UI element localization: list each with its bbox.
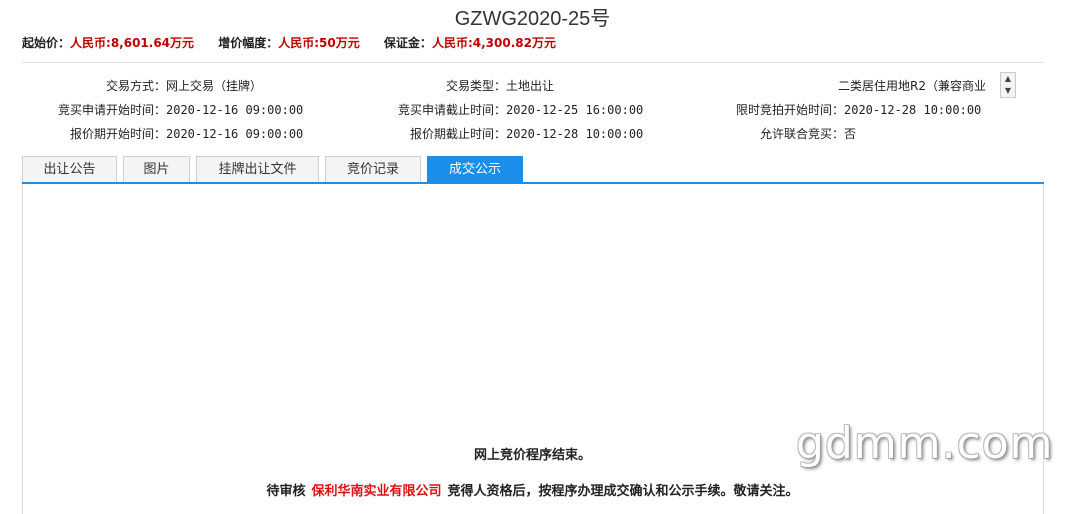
quote-start: 报价期开始时间：2020-12-16 09:00:00 (22, 125, 303, 142)
joint-bid-label: 允许联合竞买： (759, 127, 844, 141)
notice-suffix: 竞得人资格后，按程序办理成交确认和公示手续。敬请关注。 (447, 484, 799, 499)
trade-type: 交易类型：土地出让 (380, 77, 554, 94)
joint-bid-value: 否 (844, 127, 857, 141)
winner-notice: 待审核 保利华南实业有限公司 竞得人资格后，按程序办理成交确认和公示手续。敬请关注。 (0, 480, 1065, 499)
start-price-value: 人民币:8,601.64万元 (70, 36, 195, 50)
trade-method: 交易方式：网上交易（挂牌） (22, 77, 262, 94)
trade-method-value: 网上交易（挂牌） (166, 79, 263, 93)
apply-end-label: 竞买申请截止时间： (397, 103, 506, 117)
arrow-down-icon[interactable]: ▼ (1005, 87, 1011, 95)
trade-type-label: 交易类型： (445, 79, 506, 93)
increment-value: 人民币:50万元 (278, 36, 360, 50)
land-use: 二类居住用地R2（兼容商业 (838, 77, 986, 94)
tab-pictures[interactable]: 图片 (123, 156, 190, 182)
auction-start: 限时竞拍开始时间：2020-12-28 10:00:00 (720, 101, 981, 118)
quote-end: 报价期截止时间：2020-12-28 10:00:00 (380, 125, 643, 142)
apply-start: 竞买申请开始时间：2020-12-16 09:00:00 (22, 101, 303, 118)
trade-type-value: 土地出让 (506, 79, 555, 93)
tab-bid-records[interactable]: 竞价记录 (325, 156, 421, 182)
joint-bid: 允许联合竞买：否 (720, 125, 856, 142)
start-price-label: 起始价： (22, 36, 71, 50)
trade-method-label: 交易方式： (105, 79, 166, 93)
quote-end-value: 2020-12-28 10:00:00 (506, 127, 644, 141)
land-use-value: 二类居住用地R2（兼容商业 (838, 79, 986, 93)
apply-end-value: 2020-12-25 16:00:00 (506, 103, 644, 117)
tab-deal-announcement[interactable]: 成交公示 (427, 156, 523, 182)
apply-start-value: 2020-12-16 09:00:00 (166, 103, 304, 117)
header-divider (22, 62, 1044, 63)
apply-end: 竞买申请截止时间：2020-12-25 16:00:00 (380, 101, 643, 118)
deposit-value: 人民币:4,300.82万元 (431, 36, 556, 50)
quote-start-label: 报价期开始时间： (69, 127, 166, 141)
auction-start-value: 2020-12-28 10:00:00 (844, 103, 982, 117)
arrow-up-icon[interactable]: ▲ (1005, 75, 1011, 83)
deposit-label: 保证金： (383, 36, 432, 50)
increment-label: 增价幅度： (218, 36, 279, 50)
quote-start-value: 2020-12-16 09:00:00 (166, 127, 304, 141)
price-summary: 起始价：人民币:8,601.64万元 增价幅度：人民币:50万元 保证金：人民币… (22, 34, 576, 51)
page-title: GZWG2020-25号 (454, 8, 611, 30)
watermark: gdmm.com (796, 418, 1054, 469)
winning-company: 保利华南实业有限公司 (311, 484, 442, 499)
apply-start-label: 竞买申请开始时间： (57, 103, 166, 117)
quote-end-label: 报价期截止时间： (409, 127, 506, 141)
up-down-arrows-icon[interactable]: ▲ ▼ (1000, 72, 1016, 98)
notice-prefix: 待审核 (266, 484, 306, 499)
tab-listing-documents[interactable]: 挂牌出让文件 (196, 156, 319, 182)
tab-announcement[interactable]: 出让公告 (22, 156, 117, 182)
auction-start-label: 限时竞拍开始时间： (735, 103, 844, 117)
